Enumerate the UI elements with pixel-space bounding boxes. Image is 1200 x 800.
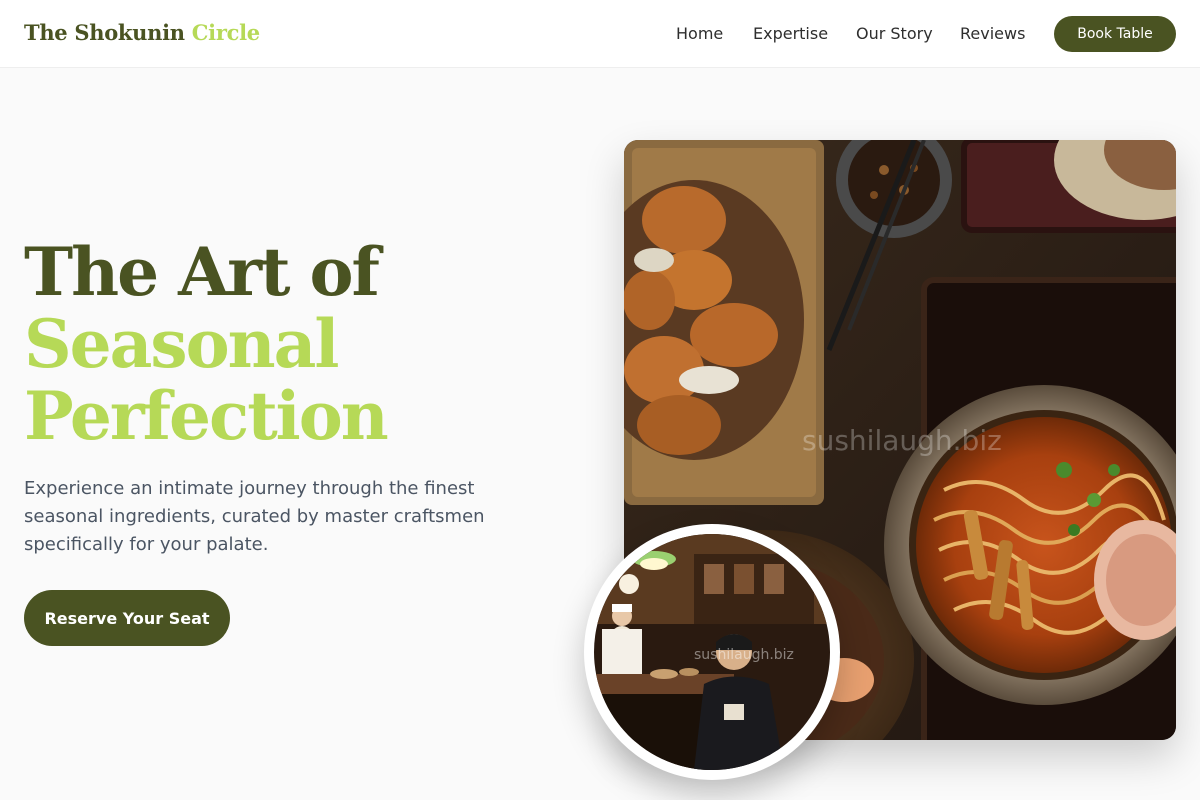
nav-link-reviews[interactable]: Reviews xyxy=(960,24,1025,43)
reserve-seat-button[interactable]: Reserve Your Seat xyxy=(24,590,230,646)
nav-link-expertise[interactable]: Expertise xyxy=(753,24,828,43)
restaurant-interior-image: sushilaugh.biz xyxy=(584,524,840,780)
brand-logo[interactable]: The Shokunin Circle xyxy=(24,20,260,45)
brand-name-primary: The Shokunin xyxy=(24,20,185,45)
brand-name-accent: Circle xyxy=(191,20,260,45)
hero-subtitle: Experience an intimate journey through t… xyxy=(24,478,485,555)
hero-title-line3: Perfection xyxy=(24,377,389,455)
hero-title-line2: Seasonal xyxy=(24,305,339,383)
nav-link-home[interactable]: Home xyxy=(676,24,723,43)
restaurant-photo: sushilaugh.biz xyxy=(594,534,830,770)
nav-link-our-story[interactable]: Our Story xyxy=(856,24,933,43)
restaurant-image-watermark: sushilaugh.biz xyxy=(694,647,794,663)
book-table-button[interactable]: Book Table xyxy=(1054,16,1176,52)
hero-title: The Art of Seasonal Perfection xyxy=(24,233,389,455)
navbar: The Shokunin Circle Home Expertise Our S… xyxy=(0,0,1200,68)
restaurant-illustration: sushilaugh.biz xyxy=(594,534,830,770)
food-image-watermark: sushilaugh.biz xyxy=(802,424,1002,457)
hero-title-line1: The Art of xyxy=(24,233,380,311)
